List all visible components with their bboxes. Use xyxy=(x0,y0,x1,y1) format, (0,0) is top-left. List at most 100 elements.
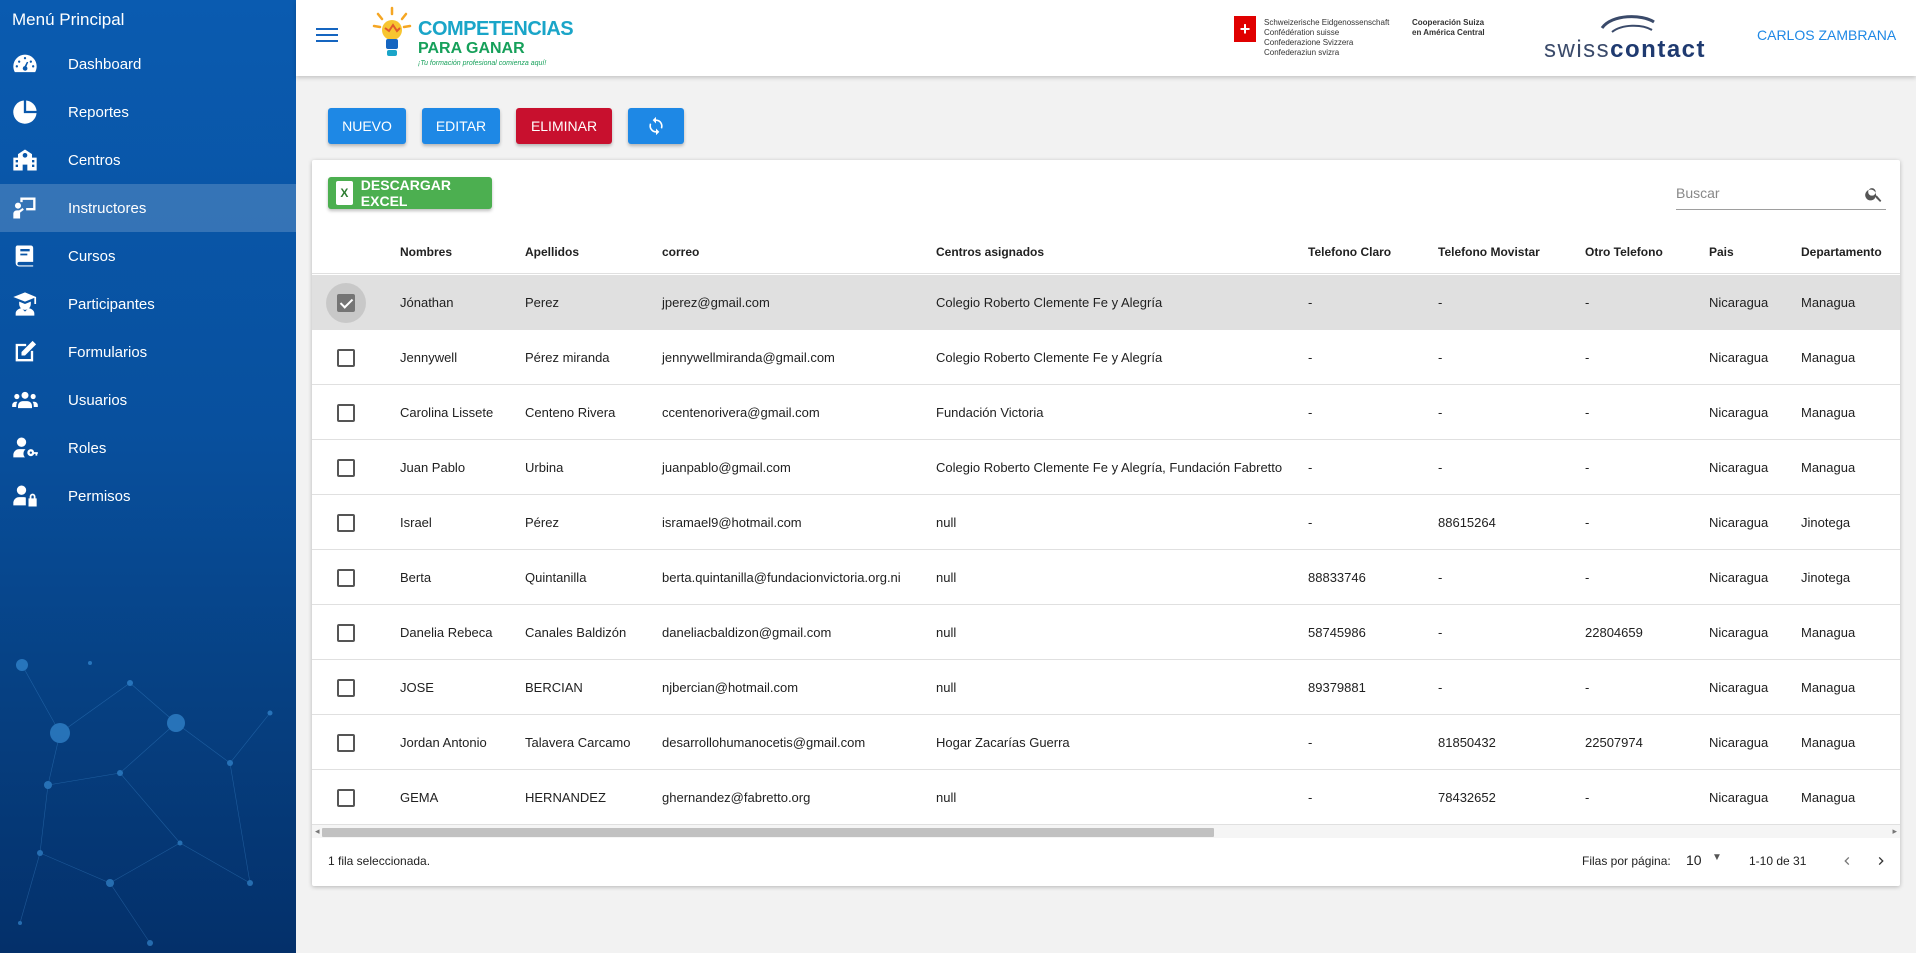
apellidos-cell: Perez xyxy=(525,295,559,310)
pais-cell: Nicaragua xyxy=(1709,295,1769,310)
school-icon xyxy=(10,145,40,175)
sidebar-item-centros[interactable]: Centros xyxy=(0,136,296,184)
delete-button[interactable]: ELIMINAR xyxy=(516,108,612,144)
column-header[interactable]: Pais xyxy=(1709,230,1734,274)
checkbox-icon xyxy=(337,789,355,807)
telefono-claro-cell: - xyxy=(1308,460,1313,475)
table-row[interactable]: Jordan Antonio Talavera Carcamo desarrollo… xyxy=(312,715,1900,770)
row-checkbox[interactable] xyxy=(326,778,366,818)
pais-cell: Nicaragua xyxy=(1709,350,1769,365)
column-header[interactable]: Otro Telefono xyxy=(1585,230,1663,274)
table-row[interactable]: Jennywell Pérez miranda jennywellmiranda@g… xyxy=(312,330,1900,385)
sidebar-item-cursos[interactable]: Cursos xyxy=(0,232,296,280)
next-page-button[interactable] xyxy=(1868,848,1894,874)
nombres-cell: Carolina Lissete xyxy=(400,405,494,420)
rows-per-page-select[interactable]: 10 xyxy=(1686,852,1702,868)
column-header[interactable]: Centros asignados xyxy=(936,230,1044,274)
edit-button[interactable]: EDITAR xyxy=(422,108,500,144)
table-row[interactable]: Juan Pablo Urbina juanpablo@gmail.com Coleg… xyxy=(312,440,1900,495)
apellidos-cell: BERCIAN xyxy=(525,680,583,695)
row-checkbox[interactable] xyxy=(326,723,366,763)
download-excel-button[interactable]: X DESCARGAR EXCEL xyxy=(328,177,492,209)
caret-down-icon[interactable]: ▼ xyxy=(1712,852,1722,863)
row-checkbox[interactable] xyxy=(326,283,366,323)
sidebar-item-reportes[interactable]: Reportes xyxy=(0,88,296,136)
sidebar-item-formularios[interactable]: Formularios xyxy=(0,328,296,376)
new-button[interactable]: NUEVO xyxy=(328,108,406,144)
table-row[interactable]: Carolina Lissete Centeno Rivera ccentenori… xyxy=(312,385,1900,440)
centros-cell: null xyxy=(936,790,957,805)
cooperation-text: Cooperación Suiza en América Central xyxy=(1412,18,1485,37)
row-checkbox[interactable] xyxy=(326,448,366,488)
sidebar-item-label: Formularios xyxy=(68,343,148,361)
checkbox-icon xyxy=(337,734,355,752)
scrollbar-thumb[interactable] xyxy=(322,828,1214,837)
row-checkbox[interactable] xyxy=(326,503,366,543)
scroll-right-icon[interactable]: ▸ xyxy=(1892,826,1897,837)
sidebar-item-dashboard[interactable]: Dashboard xyxy=(0,40,296,88)
column-header[interactable]: Apellidos xyxy=(525,230,579,274)
table-row[interactable]: Jónathan Perez jperez@gmail.com Colegio Rob… xyxy=(312,275,1900,330)
user-name[interactable]: CARLOS ZAMBRANA xyxy=(1757,27,1896,43)
nombres-cell: Jónathan xyxy=(400,295,454,310)
centros-cell: Hogar Zacarías Guerra xyxy=(936,735,1070,750)
user-key-icon xyxy=(10,433,40,463)
swirl-icon xyxy=(1600,15,1655,33)
column-header[interactable]: Departamento xyxy=(1801,230,1882,274)
otro-telefono-cell: - xyxy=(1585,680,1590,695)
scroll-left-icon[interactable]: ◂ xyxy=(315,826,320,837)
departamento-cell: Managua xyxy=(1801,735,1856,750)
nombres-cell: GEMA xyxy=(400,790,439,805)
sidebar-item-label: Usuarios xyxy=(68,391,128,409)
column-header[interactable]: Nombres xyxy=(400,230,452,274)
logo-line2: PARA GANAR xyxy=(418,40,525,57)
competencias-logo: COMPETENCIAS PARA GANAR ¡Tu formación pr… xyxy=(372,6,574,70)
top-header: COMPETENCIAS PARA GANAR ¡Tu formación pr… xyxy=(296,0,1916,76)
row-checkbox[interactable] xyxy=(326,393,366,433)
telefono-claro-cell: 88833746 xyxy=(1308,570,1366,585)
sidebar-item-permisos[interactable]: Permisos xyxy=(0,472,296,520)
apellidos-cell: Pérez xyxy=(525,515,559,530)
row-checkbox[interactable] xyxy=(326,338,366,378)
otro-telefono-cell: - xyxy=(1585,460,1590,475)
nombres-cell: Israel xyxy=(400,515,432,530)
search-input[interactable] xyxy=(1676,178,1846,208)
table-row[interactable]: Israel Pérez isramael9@hotmail.com null - 886… xyxy=(312,495,1900,550)
sidebar-item-instructores[interactable]: Instructores xyxy=(0,184,296,232)
confederation-text: Schweizerische Eidgenossenschaft Confédé… xyxy=(1264,18,1390,57)
sidebar-item-participantes[interactable]: Participantes xyxy=(0,280,296,328)
logo-line1: COMPETENCIAS xyxy=(418,18,574,40)
table-row[interactable]: Berta Quintanilla berta.quintanilla@fundac… xyxy=(312,550,1900,605)
correo-cell: isramael9@hotmail.com xyxy=(662,515,802,530)
network-decoration xyxy=(16,659,273,946)
column-header[interactable]: Telefono Claro xyxy=(1308,230,1391,274)
refresh-button[interactable] xyxy=(628,108,684,144)
departamento-cell: Jinotega xyxy=(1801,570,1851,585)
otro-telefono-cell: - xyxy=(1585,295,1590,310)
departamento-cell: Managua xyxy=(1801,460,1856,475)
row-checkbox[interactable] xyxy=(326,668,366,708)
departamento-cell: Managua xyxy=(1801,295,1856,310)
centros-cell: Colegio Roberto Clemente Fe y Alegría xyxy=(936,295,1163,310)
checkbox-icon xyxy=(337,404,355,422)
apellidos-cell: Canales Baldizón xyxy=(525,625,627,640)
column-header[interactable]: Telefono Movistar xyxy=(1438,230,1540,274)
previous-page-button[interactable] xyxy=(1834,848,1860,874)
column-header[interactable]: correo xyxy=(662,230,699,274)
menu-icon[interactable] xyxy=(314,24,340,48)
row-checkbox[interactable] xyxy=(326,613,366,653)
otro-telefono-cell: - xyxy=(1585,790,1590,805)
table-row[interactable]: JOSE BERCIAN njbercian@hotmail.com null 8937… xyxy=(312,660,1900,715)
search-icon[interactable] xyxy=(1864,184,1884,204)
table-row[interactable]: Danelia Rebeca Canales Baldizón daneliacba… xyxy=(312,605,1900,660)
sidebar-item-usuarios[interactable]: Usuarios xyxy=(0,376,296,424)
departamento-cell: Jinotega xyxy=(1801,515,1851,530)
otro-telefono-cell: - xyxy=(1585,405,1590,420)
horizontal-scrollbar[interactable]: ◂ ▸ xyxy=(312,824,1900,838)
table-row[interactable]: GEMA HERNANDEZ ghernandez@fabretto.org null… xyxy=(312,770,1900,825)
pais-cell: Nicaragua xyxy=(1709,735,1769,750)
telefono-claro-cell: 58745986 xyxy=(1308,625,1366,640)
sidebar-item-roles[interactable]: Roles xyxy=(0,424,296,472)
apellidos-cell: HERNANDEZ xyxy=(525,790,606,805)
row-checkbox[interactable] xyxy=(326,558,366,598)
